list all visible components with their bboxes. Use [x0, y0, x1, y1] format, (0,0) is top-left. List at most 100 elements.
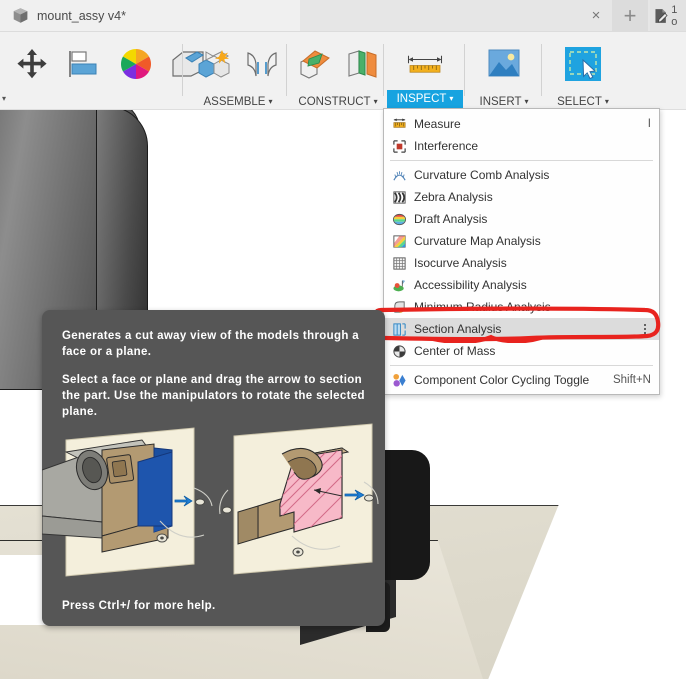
menu-item-overflow-icon[interactable]: [639, 322, 651, 336]
menu-item-center-of-mass[interactable]: Center of Mass: [384, 340, 659, 362]
menu-item-shortcut: Shift+N: [612, 374, 651, 386]
tooltip-paragraph-1: Generates a cut away view of the models …: [62, 330, 360, 359]
menu-item-label: Minimum Radius Analysis: [414, 300, 551, 314]
color-wheel-icon: [115, 44, 157, 84]
menu-item-label: Draft Analysis: [414, 212, 488, 226]
center-of-mass-icon: [391, 343, 407, 359]
color-cycling-icon: [391, 372, 407, 388]
inspect-label: INSPECT: [396, 93, 447, 105]
offset-plane-icon: [293, 44, 335, 84]
document-edit-button[interactable]: 1 o: [650, 0, 686, 31]
tooltip-footer: Press Ctrl+/ for more help.: [62, 600, 216, 612]
align-button[interactable]: [58, 32, 110, 104]
chevron-down-icon: ▾: [449, 94, 454, 103]
menu-item-curvature-map-analysis[interactable]: Curvature Map Analysis: [384, 230, 659, 252]
select-label: SELECT: [557, 96, 602, 108]
align-icon: [63, 44, 105, 84]
joint-icon: [241, 44, 283, 84]
document-count-label: 1 o: [671, 3, 678, 28]
tab-bar: mount_assy v4* × + 1 o: [0, 0, 686, 32]
menu-item-section-analysis[interactable]: Section Analysis: [384, 318, 659, 340]
assemble-label: ASSEMBLE: [203, 96, 266, 108]
menu-item-label: Interference: [414, 139, 479, 153]
toolbar-group-assemble: ASSEMBLE ▾: [190, 32, 286, 110]
accessibility-icon: [391, 277, 407, 293]
chevron-down-icon: ▾: [373, 97, 378, 106]
inspect-dropdown-menu: Measure I Interference Curvature Comb An…: [383, 108, 660, 395]
toolbar-separator-1: [182, 44, 183, 96]
toolbar-group-select: SELECT ▾: [545, 32, 621, 110]
menu-item-label: Accessibility Analysis: [414, 278, 527, 292]
ruler-icon: [404, 44, 446, 84]
new-component-icon: [193, 44, 235, 84]
toolbar-group-construct: CONSTRUCT ▾: [290, 32, 386, 110]
curvature-comb-icon: [391, 167, 407, 183]
menu-item-measure[interactable]: Measure I: [384, 113, 659, 135]
command-tooltip: Generates a cut away view of the models …: [42, 310, 385, 626]
menu-item-label: Section Analysis: [414, 322, 502, 336]
ribbon-toolbar: ▾ ASSEMBLE ▾ CONSTRUCT ▾ INSPECT ▾ INSER…: [0, 32, 686, 110]
toolbar-group-insert: INSERT ▾: [468, 32, 540, 110]
menu-item-label: Isocurve Analysis: [414, 256, 507, 270]
isocurve-icon: [391, 255, 407, 271]
toolbar-group-inspect-label[interactable]: INSPECT ▾: [387, 90, 463, 108]
document-edit-icon: [655, 8, 668, 23]
menu-item-accessibility-analysis[interactable]: Accessibility Analysis: [384, 274, 659, 296]
menu-item-label: Center of Mass: [414, 344, 496, 358]
chevron-down-icon: ▾: [524, 97, 529, 106]
joint-button[interactable]: [238, 32, 286, 104]
tab-title: mount_assy v4*: [37, 8, 126, 23]
section-analysis-icon: [391, 321, 407, 337]
close-icon[interactable]: ×: [585, 5, 607, 26]
cursor-marquee-icon: [562, 44, 604, 84]
menu-item-interference[interactable]: Interference: [384, 135, 659, 157]
minimum-radius-icon: [391, 299, 407, 315]
section-analysis-illustration: [42, 423, 379, 577]
toolbar-separator-2: [286, 44, 287, 96]
chevron-down-icon: ▾: [268, 97, 273, 106]
plane-edge-icon: [341, 44, 383, 84]
image-icon: [483, 44, 525, 84]
new-component-button[interactable]: [190, 32, 238, 104]
menu-item-minimum-radius-analysis[interactable]: Minimum Radius Analysis: [384, 296, 659, 318]
menu-item-shortcut: I: [647, 118, 651, 130]
insert-image-button[interactable]: [468, 32, 540, 104]
insert-label: INSERT: [479, 96, 522, 108]
interference-icon: [391, 138, 407, 154]
tooltip-body: Generates a cut away view of the models …: [42, 310, 385, 421]
menu-item-draft-analysis[interactable]: Draft Analysis: [384, 208, 659, 230]
new-tab-button[interactable]: +: [612, 0, 648, 31]
toolbar-group-inspect: INSPECT ▾: [387, 32, 463, 110]
move-arrows-icon: [11, 44, 53, 84]
fusion-window: mount_assy v4* × + 1 o ▾ ASSEMBLE ▾ CONS…: [0, 0, 686, 679]
menu-item-label: Curvature Comb Analysis: [414, 168, 550, 182]
move-copy-button[interactable]: [6, 32, 58, 104]
menu-item-isocurve-analysis[interactable]: Isocurve Analysis: [384, 252, 659, 274]
toolbar-group-insert-label[interactable]: INSERT ▾: [468, 96, 540, 108]
zebra-icon: [391, 189, 407, 205]
menu-item-zebra-analysis[interactable]: Zebra Analysis: [384, 186, 659, 208]
menu-item-label: Curvature Map Analysis: [414, 234, 541, 248]
menu-item-component-color-cycling-toggle[interactable]: Component Color Cycling Toggle Shift+N: [384, 369, 659, 391]
menu-divider: [390, 365, 653, 366]
document-tab[interactable]: mount_assy v4*: [0, 0, 300, 31]
plane-through-edge-button[interactable]: [338, 32, 386, 104]
offset-plane-button[interactable]: [290, 32, 338, 104]
tooltip-paragraph-2: Select a face or plane and drag the arro…: [62, 373, 365, 419]
toolbar-group-select-label[interactable]: SELECT ▾: [545, 96, 621, 108]
draft-analysis-icon: [391, 211, 407, 227]
construct-label: CONSTRUCT: [298, 96, 371, 108]
curvature-map-icon: [391, 233, 407, 249]
toolbar-separator-5: [541, 44, 542, 96]
menu-item-label: Component Color Cycling Toggle: [414, 373, 590, 387]
select-tool-button[interactable]: [545, 32, 621, 104]
cube-icon: [13, 8, 28, 23]
toolbar-separator-4: [464, 44, 465, 96]
appearance-button[interactable]: [110, 32, 162, 104]
toolbar-group-construct-label[interactable]: CONSTRUCT ▾: [290, 96, 386, 108]
toolbar-group-assemble-label[interactable]: ASSEMBLE ▾: [190, 96, 286, 108]
ruler-icon: [391, 116, 407, 132]
menu-item-curvature-comb-analysis[interactable]: Curvature Comb Analysis: [384, 164, 659, 186]
menu-divider: [390, 160, 653, 161]
toolbar-separator-3: [383, 44, 384, 96]
